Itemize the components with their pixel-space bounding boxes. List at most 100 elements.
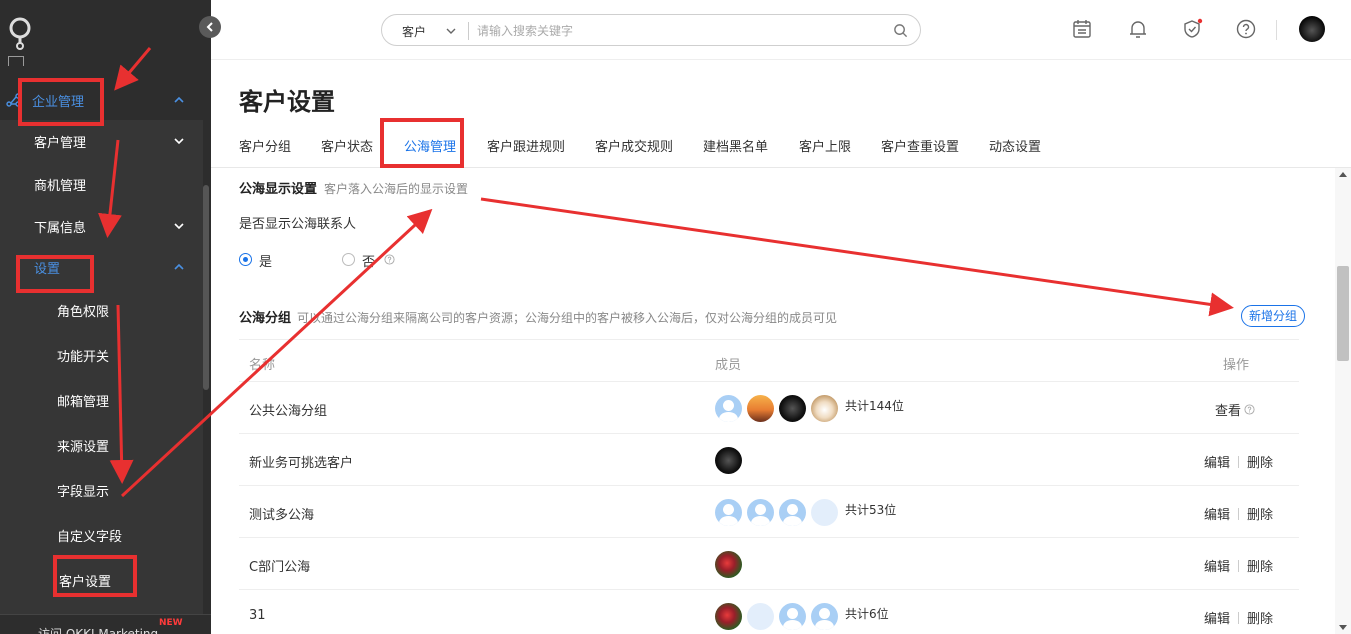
- report-icon: [8, 56, 24, 66]
- sidebar-item-subordinate-info[interactable]: 下属信息: [0, 208, 211, 244]
- radio-no-label[interactable]: 否: [362, 251, 375, 270]
- sidebar-item-opportunity-management[interactable]: 商机管理: [0, 166, 211, 202]
- sidebar-item-label: 功能开关: [57, 349, 110, 365]
- row-actions: 编辑 删除: [1204, 556, 1273, 575]
- chevron-up-icon: [174, 96, 184, 103]
- member-avatar: [811, 602, 838, 630]
- member-avatar: [811, 394, 838, 422]
- chevron-down-icon: [174, 138, 184, 145]
- tab-deal-rules[interactable]: 客户成交规则: [595, 136, 673, 155]
- radio-no[interactable]: [342, 253, 355, 266]
- user-avatar[interactable]: [1299, 16, 1325, 42]
- tab-dynamic-settings[interactable]: 动态设置: [989, 136, 1041, 155]
- groups-desc: 可以通过公海分组来隔离公司的客户资源；公海分组中的客户被移入公海后，仅对公海分组…: [297, 311, 838, 325]
- sidebar-footer[interactable]: 访问 OKKI Marketing NEW: [0, 614, 211, 634]
- enterprise-icon: [6, 93, 21, 107]
- row-actions: 编辑 删除: [1204, 504, 1273, 523]
- radio-yes-label[interactable]: 是: [259, 251, 272, 270]
- search-icon[interactable]: [893, 23, 908, 38]
- table-row: 新业务可挑选客户 编辑 删除: [239, 434, 1299, 486]
- add-group-button[interactable]: 新增分组: [1241, 305, 1305, 327]
- tab-customer-group[interactable]: 客户分组: [239, 136, 291, 155]
- calendar-icon[interactable]: [1071, 18, 1093, 40]
- search-input[interactable]: [477, 21, 877, 41]
- sidebar-item-field-display[interactable]: 字段显示: [0, 472, 211, 508]
- tab-public-sea[interactable]: 公海管理: [404, 136, 456, 155]
- sidebar-item-feature-switch[interactable]: 功能开关: [0, 337, 211, 373]
- edit-button[interactable]: 编辑: [1204, 608, 1230, 627]
- member-avatars: [715, 446, 747, 474]
- sidebar-item-customer-settings[interactable]: 客户设置: [0, 562, 211, 598]
- question-circle-icon[interactable]: [384, 254, 395, 265]
- tab-customer-limit[interactable]: 客户上限: [799, 136, 851, 155]
- sidebar-item-role-permissions[interactable]: 角色权限: [0, 292, 211, 328]
- sidebar-item-enterprise[interactable]: 企业管理: [0, 82, 211, 118]
- sidebar-item-settings[interactable]: 设置: [0, 249, 211, 285]
- tab-duplicate-check[interactable]: 客户查重设置: [881, 136, 959, 155]
- app-logo-icon[interactable]: [8, 16, 32, 50]
- scrollbar-thumb[interactable]: [1337, 266, 1349, 361]
- table-row: 公共公海分组 共计144位 查看: [239, 382, 1299, 434]
- member-avatar: [779, 602, 806, 630]
- member-avatars: 共计144位: [715, 394, 904, 422]
- bell-icon[interactable]: [1127, 18, 1149, 40]
- page-title: 客户设置: [239, 88, 335, 116]
- scroll-up-arrow-icon[interactable]: [1339, 172, 1347, 177]
- member-avatar: [779, 394, 806, 422]
- content-scrollbar[interactable]: [1335, 168, 1351, 634]
- sidebar-item-customer-management[interactable]: 客户管理: [0, 123, 211, 159]
- display-settings-desc: 客户落入公海后的显示设置: [324, 182, 469, 196]
- member-avatar: [715, 498, 742, 526]
- member-avatar: [811, 498, 838, 526]
- chevron-up-icon: [174, 263, 184, 270]
- new-badge: NEW: [159, 618, 183, 628]
- sidebar-item-label: 角色权限: [57, 304, 110, 320]
- search-divider: [468, 22, 469, 40]
- delete-button[interactable]: 删除: [1247, 608, 1273, 627]
- sidebar-item-label: 来源设置: [57, 439, 110, 455]
- top-header: 客户: [211, 0, 1351, 60]
- global-search: 客户: [381, 14, 921, 46]
- tab-blacklist[interactable]: 建档黑名单: [703, 136, 768, 155]
- delete-button[interactable]: 删除: [1247, 452, 1273, 471]
- action-divider: [1237, 611, 1239, 624]
- table-row: 测试多公海 共计53位 编辑 删除: [239, 486, 1299, 538]
- group-name: 新业务可挑选客户: [249, 456, 354, 471]
- sidebar-item-label: 下属信息: [34, 220, 87, 236]
- scroll-down-arrow-icon[interactable]: [1339, 625, 1347, 630]
- tab-follow-up-rules[interactable]: 客户跟进规则: [487, 136, 565, 155]
- sidebar-collapse-button[interactable]: [199, 16, 221, 38]
- chevron-down-icon[interactable]: [445, 25, 457, 37]
- search-scope-select[interactable]: 客户: [402, 23, 426, 40]
- action-divider: [1237, 507, 1239, 520]
- row-actions: 查看: [1215, 400, 1255, 419]
- header-divider: [1276, 20, 1277, 40]
- sidebar-item-source-settings[interactable]: 来源设置: [0, 427, 211, 463]
- group-name: 测试多公海: [249, 508, 315, 523]
- edit-button[interactable]: 编辑: [1204, 556, 1230, 575]
- delete-button[interactable]: 删除: [1247, 556, 1273, 575]
- edit-button[interactable]: 编辑: [1204, 504, 1230, 523]
- chevron-down-icon: [174, 223, 184, 230]
- table-header: 名称 成员 操作: [239, 339, 1299, 382]
- radio-yes[interactable]: [239, 253, 252, 266]
- okki-marketing-link[interactable]: 访问 OKKI Marketing: [38, 625, 158, 634]
- question-circle-icon[interactable]: [1244, 404, 1255, 415]
- member-avatar: [715, 446, 742, 474]
- delete-button[interactable]: 删除: [1247, 504, 1273, 523]
- sidebar: 企业管理 客户管理 商机管理 下属信息 设置 角色权限 功能开关 邮箱管理 来源…: [0, 0, 211, 634]
- table-row: 31 共计6位 编辑 删除: [239, 590, 1299, 634]
- tab-customer-status[interactable]: 客户状态: [321, 136, 373, 155]
- shield-check-icon[interactable]: [1181, 18, 1203, 40]
- sidebar-item-mailbox-management[interactable]: 邮箱管理: [0, 382, 211, 418]
- help-icon[interactable]: [1235, 18, 1257, 40]
- view-button[interactable]: 查看: [1215, 400, 1241, 419]
- row-actions: 编辑 删除: [1204, 452, 1273, 471]
- member-avatar: [747, 394, 774, 422]
- column-header-members: 成员: [715, 358, 742, 373]
- member-avatar: [747, 498, 774, 526]
- sidebar-item-label: 客户管理: [34, 135, 87, 151]
- groups-title: 公海分组: [239, 311, 292, 326]
- sidebar-item-custom-fields[interactable]: 自定义字段: [0, 517, 211, 553]
- edit-button[interactable]: 编辑: [1204, 452, 1230, 471]
